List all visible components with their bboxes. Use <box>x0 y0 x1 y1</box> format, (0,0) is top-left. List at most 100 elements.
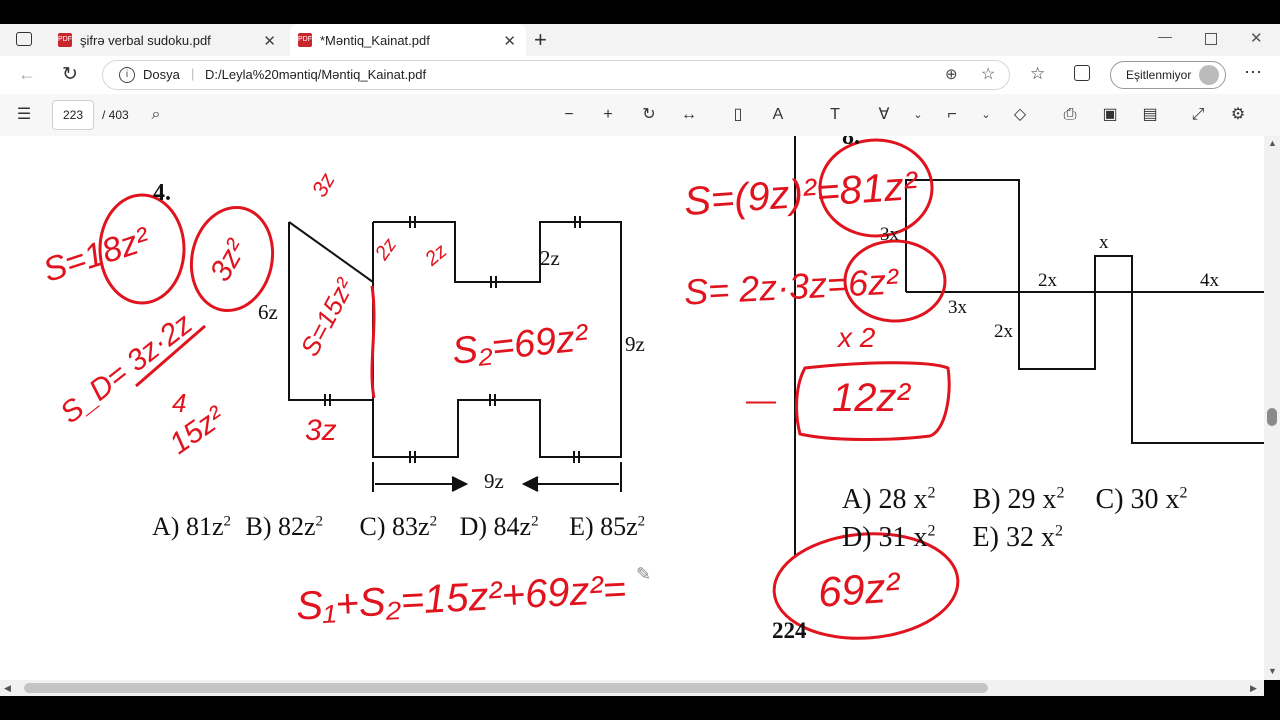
page-view-icon[interactable]: ▯ <box>726 103 750 127</box>
restore-icon[interactable] <box>1205 33 1217 45</box>
option-a[interactable]: A) 28 x2 <box>842 484 936 515</box>
tab-sifre-verbal[interactable]: PDF şifrə verbal sudoku.pdf ✕ <box>50 24 286 56</box>
collections-icon[interactable] <box>1074 65 1090 81</box>
chevron-down-icon[interactable]: ⌄ <box>974 103 998 127</box>
option-c[interactable]: C) 30 x2 <box>1096 484 1188 515</box>
read-aloud-icon[interactable]: A <box>766 103 790 127</box>
pdf-icon: PDF <box>58 33 72 47</box>
exponent: 2 <box>927 522 936 540</box>
url-text: D:/Leyla%20məntiq/Məntiq_Kainat.pdf <box>205 67 427 82</box>
hw-3z-bottom: 3z <box>305 414 337 447</box>
option-e[interactable]: E) 32 x2 <box>973 522 1063 553</box>
window-close-icon[interactable]: ✕ <box>1250 29 1263 47</box>
save-icon[interactable]: ▣ <box>1098 103 1122 127</box>
option-b[interactable]: B) 29 x2 <box>973 484 1065 515</box>
tab-actions-icon[interactable] <box>16 32 32 46</box>
minimize-icon[interactable]: — <box>1158 28 1172 44</box>
zoom-icon[interactable]: ⊕ <box>945 65 958 83</box>
favorites-icon[interactable]: ☆ <box>1030 64 1045 84</box>
label-2x-right: 2x <box>1038 270 1057 291</box>
scroll-right-icon[interactable]: ▶ <box>1250 683 1257 694</box>
fit-width-icon[interactable]: ↔ <box>677 103 701 127</box>
option-e-value: 85z <box>600 512 638 541</box>
tab-bar: PDF şifrə verbal sudoku.pdf ✕ PDF *Mənti… <box>0 24 1280 56</box>
horizontal-scrollbar[interactable]: ◀ ▶ <box>0 680 1264 696</box>
scroll-thumb[interactable] <box>1267 408 1277 426</box>
option-a[interactable]: A) 81z2 <box>152 512 231 541</box>
label-4x: 4x <box>1200 270 1219 291</box>
more-icon[interactable]: ⋯ <box>1244 62 1262 83</box>
tab-label: *Məntiq_Kainat.pdf <box>320 32 430 48</box>
answer-options-right-row1: A) 28 x2 B) 29 x2 C) 30 x2 <box>842 484 1188 516</box>
profile-button[interactable]: Eşitlenmiyor <box>1110 61 1226 89</box>
chevron-down-icon[interactable]: ⌄ <box>906 103 930 127</box>
scroll-left-icon[interactable]: ◀ <box>4 683 11 694</box>
option-b[interactable]: B) 82z2 <box>245 512 323 541</box>
rotate-icon[interactable]: ↻ <box>637 103 661 127</box>
exponent: 2 <box>531 513 539 530</box>
new-tab-button[interactable]: + <box>534 27 547 53</box>
option-c-letter: C) <box>359 512 386 541</box>
pdf-icon: PDF <box>298 33 312 47</box>
back-icon[interactable]: ← <box>18 64 36 85</box>
option-e[interactable]: E) 85z2 <box>569 512 645 541</box>
label-x: x <box>1099 232 1109 253</box>
contents-icon[interactable]: ☰ <box>12 103 36 127</box>
url-field[interactable]: i Dosya | D:/Leyla%20məntiq/Məntiq_Kaina… <box>102 60 1010 90</box>
exponent: 2 <box>223 513 231 530</box>
option-e-letter: E) <box>569 512 594 541</box>
page-drawing <box>98 136 1264 640</box>
exponent: 2 <box>315 513 324 530</box>
hw-pencil-icon: ✎ <box>636 564 652 584</box>
search-icon[interactable]: ⌕ <box>144 103 168 127</box>
page-number-input[interactable]: 223 <box>52 100 94 130</box>
option-c[interactable]: C) 83z2 <box>360 512 438 541</box>
text-icon[interactable]: T <box>823 103 847 127</box>
erase-icon[interactable]: ◇ <box>1008 103 1032 127</box>
option-a-value: 81z <box>185 512 224 541</box>
option-c-value: 83z <box>392 512 430 541</box>
option-c-text: C) 30 x <box>1095 484 1180 515</box>
label-9z-bottom: 9z <box>484 469 504 493</box>
info-icon[interactable]: i <box>119 67 135 83</box>
fullscreen-icon[interactable]: ⤢ <box>1186 103 1210 127</box>
zoom-in-icon[interactable]: + <box>596 103 620 127</box>
exponent: 2 <box>429 513 438 530</box>
scroll-down-icon[interactable]: ▼ <box>1268 666 1277 676</box>
option-d-text: D) 31 x <box>842 522 928 553</box>
option-d-letter: D) <box>459 512 488 541</box>
exponent: 2 <box>1054 522 1063 540</box>
add-favorite-icon[interactable]: ☆ <box>981 64 995 84</box>
highlight-icon[interactable]: ⌐ <box>940 103 964 127</box>
answer-options-left: A) 81z2 B) 82z2 C) 83z2 D) 84z2 E) 85z2 <box>152 512 645 542</box>
exponent: 2 <box>1056 484 1065 502</box>
problem-number-right: 8. <box>842 136 860 150</box>
label-3x-top: 3x <box>880 224 899 245</box>
settings-icon[interactable]: ⚙ <box>1226 103 1250 127</box>
hw-69z: 69z² <box>816 563 902 616</box>
vertical-scrollbar[interactable]: ▲ ▼ <box>1264 136 1280 680</box>
draw-icon[interactable]: ∀ <box>872 103 896 127</box>
zoom-out-icon[interactable]: − <box>557 103 581 127</box>
save-as-icon[interactable]: ▤ <box>1138 103 1162 127</box>
close-icon[interactable]: ✕ <box>263 32 276 50</box>
close-icon[interactable]: ✕ <box>503 32 516 50</box>
refresh-icon[interactable]: ↻ <box>62 63 78 86</box>
option-d[interactable]: D) 84z2 <box>460 512 539 541</box>
option-d[interactable]: D) 31 x2 <box>842 522 936 553</box>
profile-label: Eşitlenmiyor <box>1126 68 1192 82</box>
option-b-value: 82z <box>277 512 316 541</box>
scroll-up-icon[interactable]: ▲ <box>1268 138 1277 148</box>
tab-mantiq-kainat[interactable]: PDF *Məntiq_Kainat.pdf ✕ <box>290 24 526 56</box>
exponent: 2 <box>927 484 936 502</box>
scroll-thumb[interactable] <box>24 683 988 693</box>
option-e-text: E) 32 x <box>972 522 1055 553</box>
pdf-toolbar: ☰ 223 / 403 ⌕ − + ↻ ↔ ▯ A T ∀ ⌄ ⌐ ⌄ ◇ ⎙ … <box>0 94 1280 137</box>
separator: | <box>191 66 195 81</box>
problem-number-left: 4. <box>153 180 171 206</box>
tab-label: şifrə verbal sudoku.pdf <box>80 32 211 48</box>
label-3x-bottom: 3x <box>948 297 967 318</box>
print-icon[interactable]: ⎙ <box>1058 103 1082 127</box>
answer-options-right-row2: D) 31 x2 E) 32 x2 <box>842 522 1063 554</box>
address-bar: ← ↻ i Dosya | D:/Leyla%20məntiq/Məntiq_K… <box>0 56 1280 95</box>
